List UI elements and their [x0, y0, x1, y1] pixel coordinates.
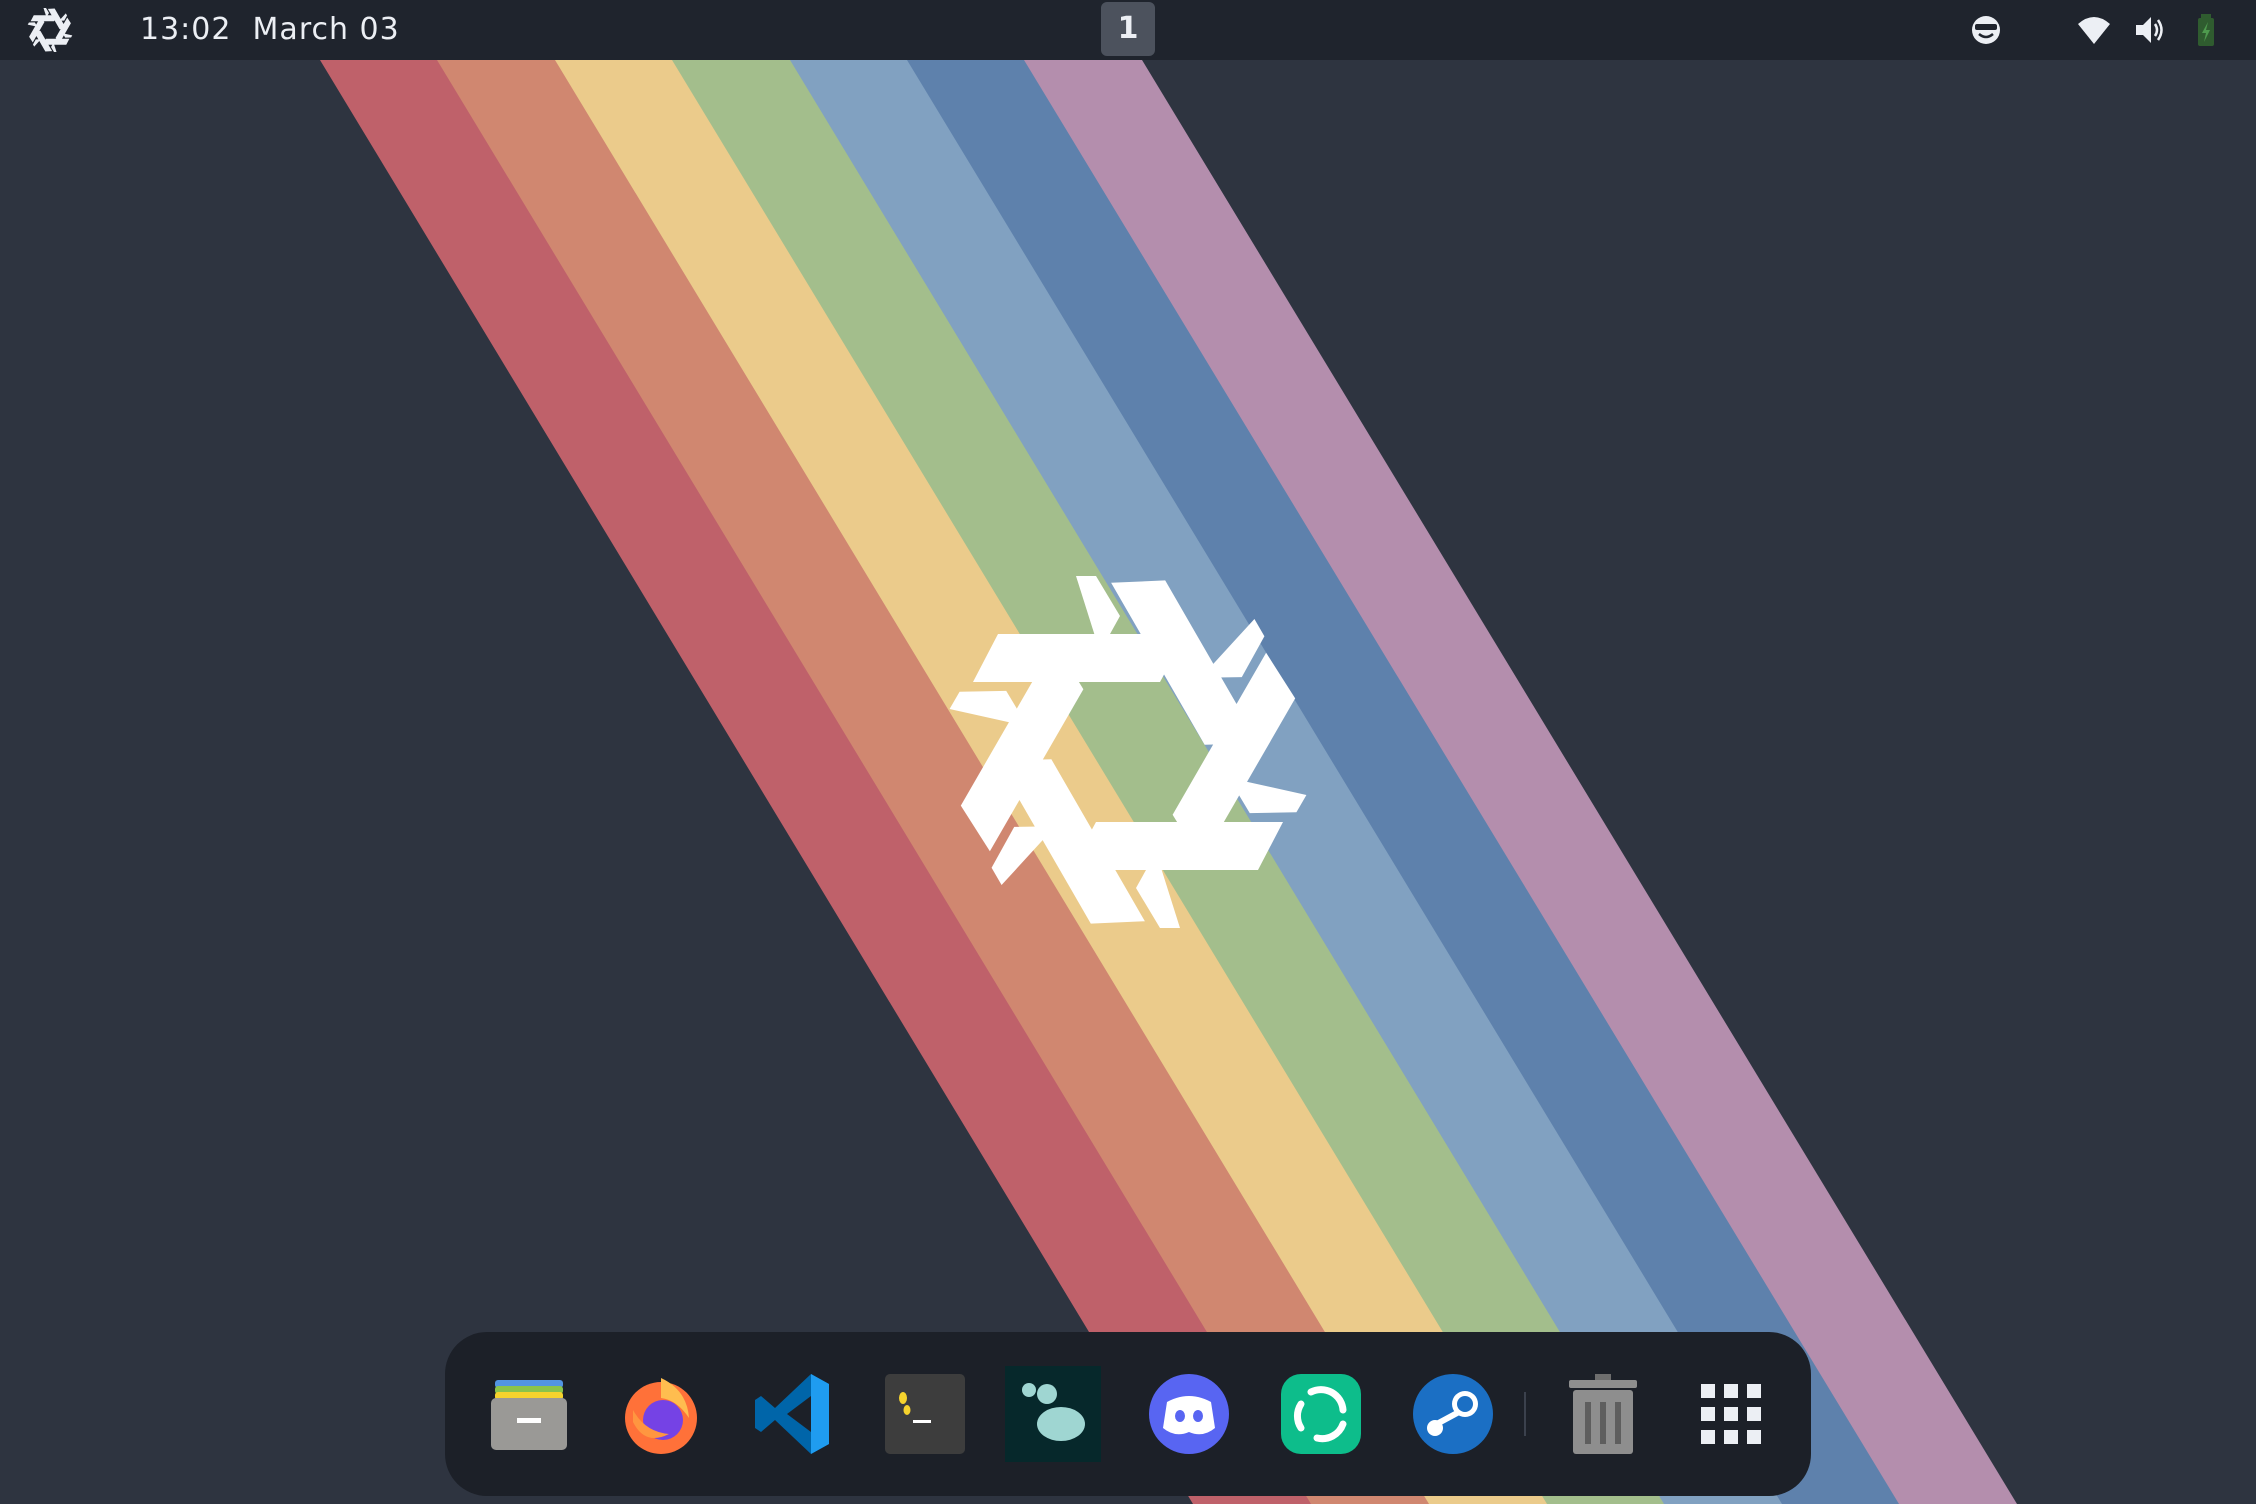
nixos-snowflake-icon[interactable]	[24, 6, 76, 54]
app-grid-icon	[1701, 1384, 1761, 1444]
top-bar: 13:02 March 03 1	[0, 0, 2256, 60]
steam-icon	[1413, 1374, 1493, 1454]
clock-time: 13:02	[140, 12, 232, 47]
workspace-indicator[interactable]: 1	[1101, 2, 1155, 56]
wifi-icon[interactable]	[2076, 12, 2112, 48]
wallpaper	[0, 0, 2256, 1504]
discord-button[interactable]	[1145, 1370, 1233, 1458]
terminal-icon	[885, 1374, 965, 1454]
trash-icon	[1569, 1374, 1637, 1454]
steam-button[interactable]	[1409, 1370, 1497, 1458]
battery-icon[interactable]	[2188, 12, 2224, 48]
firefox-icon	[625, 1378, 697, 1454]
discord-icon	[1149, 1374, 1229, 1454]
trash-button[interactable]	[1559, 1370, 1647, 1458]
volume-icon[interactable]	[2132, 12, 2168, 48]
sunglasses-face-icon[interactable]	[1968, 12, 2004, 48]
show-apps-button[interactable]	[1687, 1370, 1775, 1458]
blob-icon	[1005, 1366, 1101, 1462]
element-icon	[1281, 1374, 1361, 1454]
element-button[interactable]	[1277, 1370, 1365, 1458]
vscode-button[interactable]	[749, 1370, 837, 1458]
dock	[445, 1332, 1811, 1496]
vscode-icon	[755, 1374, 829, 1454]
terminal-button[interactable]	[881, 1370, 969, 1458]
firefox-button[interactable]	[617, 1370, 705, 1458]
clock[interactable]: 13:02 March 03	[140, 12, 400, 47]
dock-separator	[1524, 1392, 1526, 1436]
file-cabinet-icon	[491, 1380, 567, 1450]
clock-date: March 03	[252, 12, 400, 47]
blob-app-button[interactable]	[1005, 1366, 1101, 1462]
files-app-button[interactable]	[485, 1370, 573, 1458]
